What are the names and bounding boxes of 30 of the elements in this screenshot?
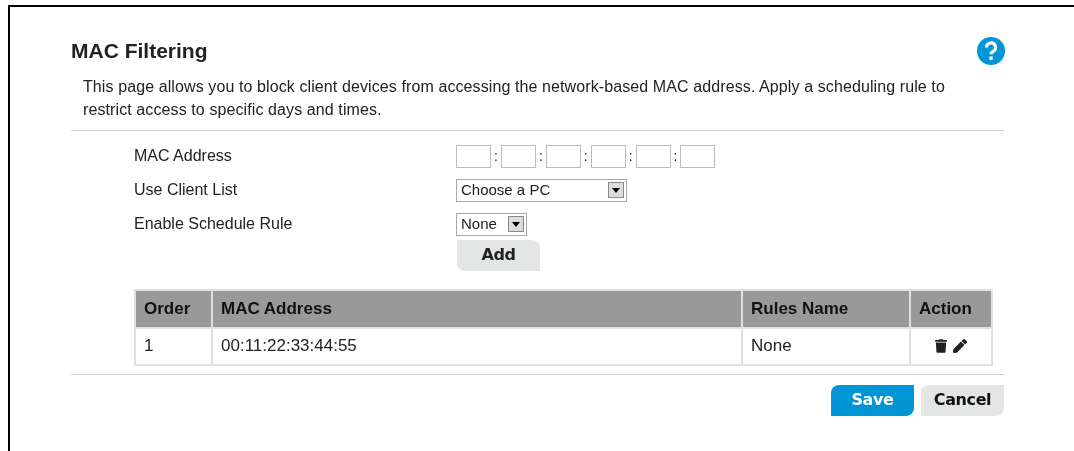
field-label: MAC Address (134, 146, 233, 166)
field-label: Enable Schedule Rule (134, 214, 294, 234)
trash-icon[interactable] (935, 339, 947, 353)
pencil-icon[interactable] (953, 339, 967, 353)
dropdown-select[interactable]: Choose a PC (456, 178, 627, 202)
field-label: Use Client List (134, 180, 239, 200)
colon-separator: : (583, 146, 588, 166)
column-header: Order (135, 289, 212, 328)
mac-octet-field[interactable] (680, 144, 716, 168)
mac-octet-field[interactable] (635, 144, 671, 168)
dropdown-select[interactable]: None (456, 212, 527, 236)
colon-separator: : (494, 146, 498, 166)
column-header: MAC Address (212, 289, 742, 328)
table-cell: 00:11:22:33:44:55 (212, 327, 742, 365)
colon-separator: : (538, 146, 543, 166)
description-text: This page allows you to block client devices from accessing the network-based MAC address. Apply a scheduling rule to restrict access to specific days and times. (83, 76, 946, 120)
mac-octet-field[interactable] (545, 144, 581, 168)
mac-octet-field[interactable] (500, 144, 536, 168)
column-header: Rules Name (742, 289, 910, 328)
mac-octet-field[interactable] (590, 144, 626, 168)
mac-octet-field[interactable] (456, 144, 491, 168)
help-icon[interactable] (977, 36, 1005, 65)
cancel-button[interactable]: Cancel (921, 384, 1004, 416)
colon-separator: : (628, 146, 633, 166)
column-header: Action (910, 289, 992, 328)
page-title: MAC Filtering (71, 38, 208, 64)
table-cell: None (742, 327, 910, 365)
table-cell: 1 (135, 327, 212, 365)
colon-separator: : (673, 146, 678, 166)
add-button[interactable]: Add (457, 239, 540, 271)
